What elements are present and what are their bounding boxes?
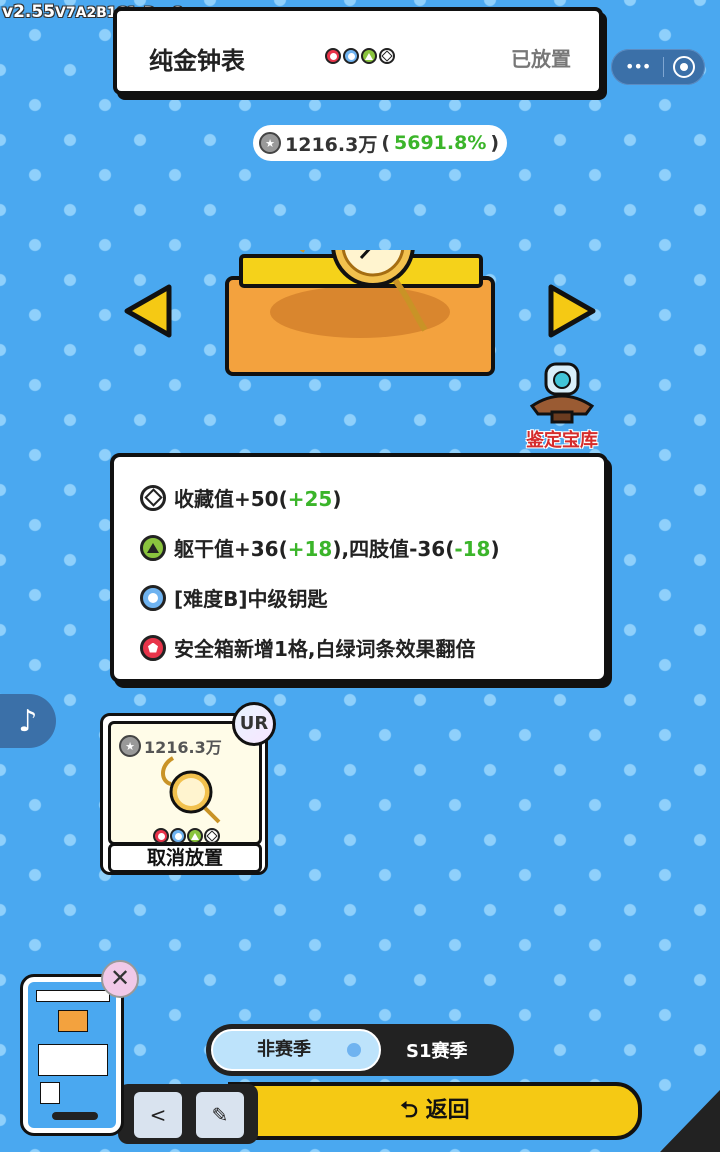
rarity-badge: UR (232, 702, 276, 746)
prev-arrow-icon[interactable] (121, 281, 175, 341)
s1-season-option[interactable]: S1赛季 (406, 1037, 468, 1063)
item-name: 纯金钟表 (149, 47, 245, 75)
miniprogram-capsule[interactable]: ••• (611, 49, 705, 85)
tool-bar: < ✎ (118, 1084, 258, 1144)
non-season-option[interactable]: 非赛季 (211, 1029, 381, 1071)
circle-icon (140, 584, 166, 611)
coin-icon: ★ (119, 735, 141, 757)
effect-row: 收藏值+50(+25) (140, 483, 341, 512)
item-value: 1216.3万 (285, 133, 378, 156)
season-toggle[interactable]: 非赛季 S1赛季 (206, 1024, 514, 1076)
target-icon[interactable] (673, 56, 695, 78)
vault-label: 鉴定宝库 (526, 430, 598, 451)
effect-row: 安全箱新增1格,白绿词条效果翻倍 (140, 633, 476, 662)
vault-icon (529, 362, 595, 424)
effect-row: [难度B]中级钥匙 (140, 583, 328, 612)
diamond-icon (140, 484, 166, 511)
circle-icon (170, 828, 186, 844)
pentagon-icon (325, 48, 341, 64)
cancel-placement-button[interactable]: 取消放置 (108, 843, 262, 873)
screen-preview-thumbnail[interactable] (20, 974, 124, 1136)
preview-screen (28, 982, 116, 1128)
next-arrow-icon[interactable] (545, 281, 599, 341)
share-icon[interactable]: < (134, 1092, 182, 1138)
triangle-icon (361, 48, 377, 64)
diamond-icon (204, 828, 220, 844)
pencil-icon[interactable]: ✎ (196, 1092, 244, 1138)
placement-status: 已放置 (511, 47, 571, 71)
pentagon-icon (140, 634, 166, 661)
affix-dots (153, 828, 220, 844)
circle-icon (343, 48, 359, 64)
more-menu-icon[interactable]: ••• (625, 57, 651, 76)
triangle-icon (140, 534, 166, 561)
diamond-icon (379, 48, 395, 64)
value-pill: ★ 1216.3万(5691.8%) (253, 125, 508, 161)
value-percent: 5691.8% (394, 132, 487, 154)
effect-row: 躯干值+36(+18),四肢值-36(-18) (140, 533, 500, 562)
corner-decoration (660, 1090, 720, 1152)
tiktok-icon[interactable]: ♪ (0, 694, 56, 748)
appraisal-vault-button[interactable]: 鉴定宝库 (520, 360, 604, 452)
effects-panel: 收藏值+50(+25) 躯干值+36(+18),四肢值-36(-18) [难度B… (110, 453, 608, 683)
coin-icon: ★ (259, 132, 281, 154)
back-button[interactable]: ⮌ 返回 (228, 1082, 642, 1140)
pentagon-icon (153, 828, 169, 844)
affix-dots (325, 48, 395, 64)
item-title-bar: 纯金钟表 已放置 (113, 7, 603, 95)
triangle-icon (187, 828, 203, 844)
display-pedestal (225, 250, 495, 376)
gold-pocket-watch-icon (161, 756, 221, 824)
close-icon[interactable]: ✕ (101, 960, 139, 998)
